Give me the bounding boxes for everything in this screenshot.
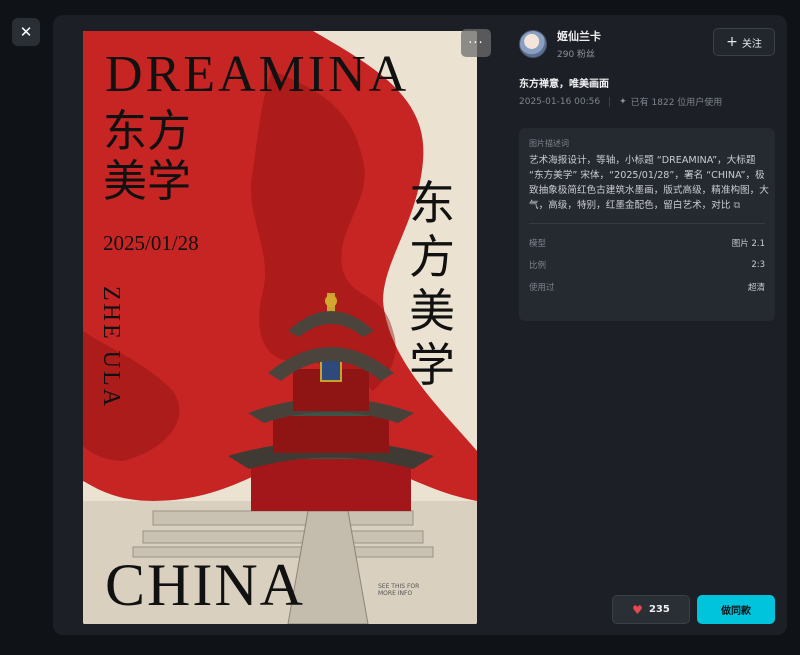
param-row-ratio: 比例 2:3 <box>529 254 765 276</box>
prompt-label: 图片描述词 <box>529 139 569 148</box>
heart-icon: ♥ <box>632 602 643 617</box>
sparkle-icon: ✦ <box>619 96 627 107</box>
prompt-text: 艺术海报设计，等轴，小标题 “DREAMINA”，大标题 “东方美学” 宋体，“… <box>529 153 769 213</box>
param-value: 超清 <box>747 283 765 293</box>
more-icon: ··· <box>468 35 484 51</box>
like-button[interactable]: ♥ 235 <box>612 595 690 624</box>
author-block[interactable]: 姬仙兰卡 290 粉丝 <box>519 28 601 60</box>
param-value: 图片 2.1 <box>731 239 765 249</box>
param-row-used: 使用过 超清 <box>529 276 765 298</box>
plus-icon: + <box>726 34 738 50</box>
details-panel: 姬仙兰卡 290 粉丝 + 关注 东方禅意，唯美画面 2025-01-16 00… <box>517 15 787 635</box>
param-value: 2:3 <box>751 260 765 270</box>
author-fans: 290 粉丝 <box>557 50 596 60</box>
meta-row: 2025-01-16 00:56 ✦ 已有 1822 位用户使用 <box>519 95 722 108</box>
copy-icon[interactable]: ⧉ <box>734 200 741 211</box>
author-name[interactable]: 姬仙兰卡 <box>557 28 601 44</box>
more-options-button[interactable]: ··· <box>461 29 491 57</box>
meta-divider <box>609 96 611 107</box>
poster-subtitle: 东方美学 <box>103 106 191 207</box>
make-same-button[interactable]: 做同款 <box>697 595 775 624</box>
close-button[interactable]: ✕ <box>12 18 40 46</box>
usage-count: 已有 1822 位用户使用 <box>630 98 723 108</box>
publish-date: 2025-01-16 00:56 <box>519 96 601 107</box>
param-key: 模型 <box>529 239 547 249</box>
like-count: 235 <box>648 604 670 615</box>
poster-vertical-latin: ZHE ULA <box>98 286 124 409</box>
image-title: 东方禅意，唯美画面 <box>519 79 609 90</box>
param-key: 比例 <box>529 261 547 271</box>
divider <box>529 223 765 224</box>
close-icon: ✕ <box>19 23 33 41</box>
make-same-label: 做同款 <box>721 606 751 617</box>
poster-vertical-title: 东方美学 <box>409 176 455 392</box>
poster-title: DREAMINA <box>105 46 410 103</box>
follow-button[interactable]: + 关注 <box>713 28 775 56</box>
poster-image: DREAMINA 东方美学 2025/01/28 ZHE ULA 东方美学 CH… <box>83 31 477 624</box>
poster-footer: CHINA <box>105 552 305 618</box>
avatar[interactable] <box>519 30 547 58</box>
param-key: 使用过 <box>529 283 555 293</box>
poster-small-note: SEE THIS FOR MORE INFO <box>378 583 420 597</box>
follow-label: 关注 <box>741 38 762 50</box>
image-detail-modal: DREAMINA 东方美学 2025/01/28 ZHE ULA 东方美学 CH… <box>53 15 787 635</box>
param-row-model: 模型 图片 2.1 <box>529 232 765 254</box>
prompt-info-box: 图片描述词 艺术海报设计，等轴，小标题 “DREAMINA”，大标题 “东方美学… <box>519 128 775 321</box>
poster-date: 2025/01/28 <box>103 231 199 255</box>
